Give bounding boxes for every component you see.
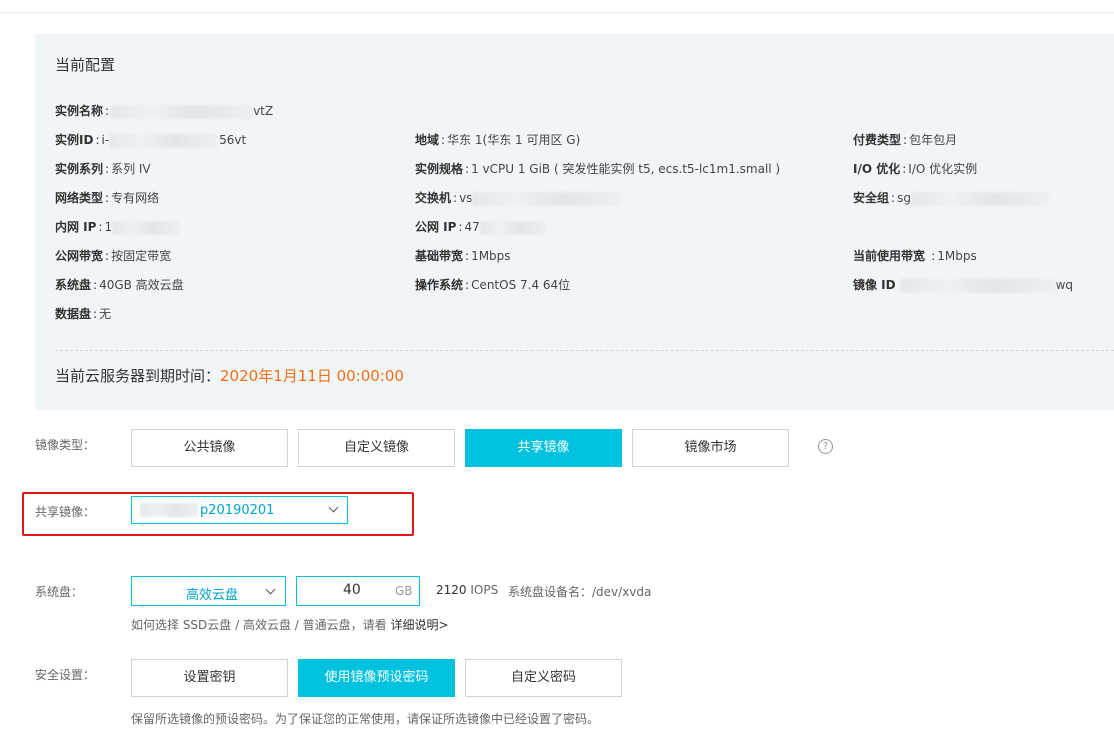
expiry-date: 2020年1月11日 00:00:00 (220, 367, 404, 385)
config-item-private-ip: 内网 IP:1 (55, 217, 181, 237)
redacted-value (111, 104, 254, 119)
top-divider (0, 12, 1114, 13)
security-custom-password-button[interactable]: 自定义密码 (465, 659, 622, 697)
device-name-info: 系统盘设备名：/dev/xvda (508, 585, 652, 599)
disk-size-value: 40 (343, 582, 361, 598)
disk-type-value: 高效云盘 (186, 588, 239, 603)
config-item-data-disk: 数据盘: 无 (55, 307, 112, 321)
image-type-shared-button[interactable]: 共享镜像 (465, 429, 622, 467)
config-item-system-disk: 系统盘:40GB 高效云盘 (55, 278, 184, 292)
config-item-network-type: 网络类型: 专有网络 (55, 191, 160, 205)
current-config-panel: 当前配置 实例名称: vtZ 实例ID: i- 56vt 地域: 华东 1(华东 1 可… (35, 34, 1114, 410)
disk-detail-link[interactable]: 详细说明> (390, 618, 448, 632)
image-type-label: 镜像类型： (35, 438, 96, 452)
config-row: 系统盘:40GB 高效云盘 操作系统: CentOS 7.4 64位 镜像 ID w… (35, 275, 1114, 295)
disk-type-select[interactable]: 高效云盘 (131, 576, 286, 606)
config-item-region: 地域: 华东 1(华东 1 可用区 G) (415, 133, 581, 147)
config-row: 网络类型: 专有网络 交换机: vs 安全组: sg (35, 188, 1114, 208)
image-type-public-button[interactable]: 公共镜像 (131, 429, 288, 467)
redacted-value (479, 220, 546, 235)
panel-title: 当前配置 (55, 56, 116, 74)
config-item-instance-family: 实例系列: 系列 IV (55, 162, 151, 176)
redacted-value (112, 220, 181, 235)
config-row: 数据盘: 无 (35, 304, 1114, 324)
config-row: 实例系列: 系列 IV 实例规格:1 vCPU 1 GiB ( 突发性能实例 t5… (35, 159, 1114, 179)
system-disk-label: 系统盘： (35, 585, 84, 599)
redacted-value (109, 133, 220, 148)
expiry-line: 当前云服务器到期时间：2020年1月11日 00:00:00 (55, 364, 404, 388)
config-row: 实例ID: i- 56vt 地域: 华东 1(华东 1 可用区 G) 付费类型: 包年包… (35, 130, 1114, 150)
config-item-billing-type: 付费类型: 包年包月 (853, 133, 958, 147)
config-item-os: 操作系统: CentOS 7.4 64位 (415, 278, 571, 292)
config-item-image-id: 镜像 ID wq (853, 278, 1074, 293)
config-item-instance-type: 实例规格:1 vCPU 1 GiB ( 突发性能实例 t5, ecs.t5-lc… (415, 162, 781, 176)
config-row: 内网 IP:1 公网 IP:47 (35, 217, 1114, 237)
config-item-instance-id: 实例ID: i- 56vt (55, 133, 247, 148)
config-item-base-bandwidth: 基础带宽:1Mbps (415, 249, 511, 263)
iops-info: 2120 IOPS (436, 583, 499, 597)
redacted-value (910, 191, 1049, 206)
redacted-value (899, 278, 1056, 293)
shared-image-label: 共享镜像： (35, 505, 96, 519)
chevron-down-icon (265, 584, 276, 595)
disk-size-input[interactable]: 40 GB (296, 576, 420, 606)
config-item-public-bandwidth: 公网带宽: 按固定带宽 (55, 249, 172, 263)
config-item-security-group: 安全组: sg (853, 188, 1049, 208)
security-set-key-button[interactable]: 设置密钥 (131, 659, 288, 697)
config-row: 公网带宽: 按固定带宽 基础带宽:1Mbps 当前使用带宽 :1Mbps (35, 246, 1114, 266)
shared-image-select[interactable]: p20190201 (131, 496, 348, 524)
image-type-custom-button[interactable]: 自定义镜像 (298, 429, 455, 467)
config-item-vswitch: 交换机: vs (415, 188, 623, 208)
config-item-current-bandwidth: 当前使用带宽 :1Mbps (853, 249, 977, 263)
dashed-divider (55, 350, 1114, 351)
security-label: 安全设置： (35, 668, 96, 682)
redacted-value (472, 191, 623, 206)
question-circle-icon[interactable]: ? (818, 439, 833, 454)
config-item-instance-name: 实例名称: vtZ (55, 104, 274, 119)
config-item-public-ip: 公网 IP:47 (415, 217, 546, 237)
security-hint: 保留所选镜像的预设密码。为了保证您的正常使用，请保证所选镜像中已经设置了密码。 (131, 712, 600, 726)
disk-size-unit: GB (395, 584, 413, 598)
redacted-value (140, 503, 198, 517)
config-row: 实例名称: vtZ (35, 101, 1114, 121)
config-item-io-optimized: I/O 优化: I/O 优化实例 (853, 162, 978, 176)
chevron-down-icon (328, 502, 339, 513)
shared-image-value: p20190201 (200, 503, 275, 518)
expiry-label: 当前云服务器到期时间： (55, 367, 221, 385)
security-image-password-button[interactable]: 使用镜像预设密码 (298, 659, 455, 697)
image-type-marketplace-button[interactable]: 镜像市场 (632, 429, 789, 467)
disk-hint: 如何选择 SSD云盘 / 高效云盘 / 普通云盘，请看 详细说明> (131, 618, 449, 632)
